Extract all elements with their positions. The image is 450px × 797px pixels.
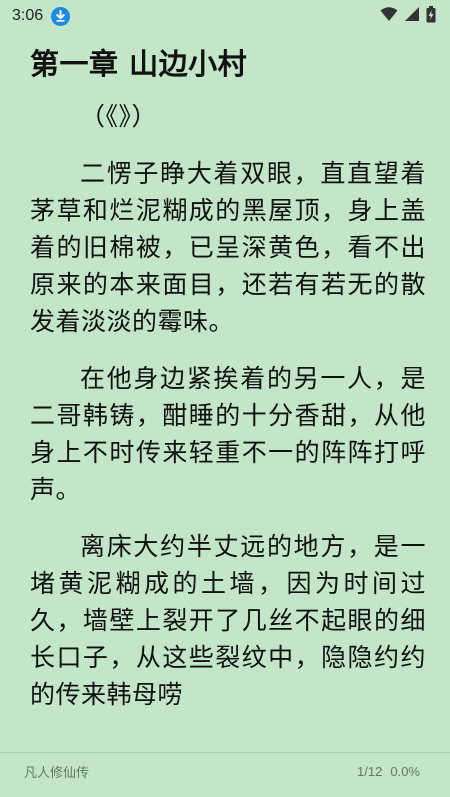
status-left: 3:06 <box>12 6 71 26</box>
paragraph: 二愣子睁大着双眼，直直望着茅草和烂泥糊成的黑屋顶，身上盖着的旧棉被，已呈深黄色，… <box>30 159 426 336</box>
status-time: 3:06 <box>12 7 44 24</box>
wifi-icon <box>380 6 398 26</box>
cellular-signal-icon <box>404 6 420 26</box>
footer-right: 1/12 0.0% <box>357 764 420 779</box>
status-right <box>380 5 436 27</box>
battery-charging-icon <box>426 5 436 27</box>
reader-content[interactable]: 第一章 山边小村 （《》） 二愣子睁大着双眼，直直望着茅草和烂泥糊成的黑屋顶，身… <box>30 32 426 748</box>
progress-percent: 0.0% <box>390 763 420 779</box>
book-title: 凡人修仙传 <box>24 764 90 780</box>
status-bar: 3:06 <box>0 0 450 32</box>
page-indicator: 1/12 <box>357 763 383 779</box>
download-icon[interactable] <box>51 6 71 26</box>
chapter-title: 第一章 山边小村 <box>30 47 248 81</box>
paragraph: 在他身边紧挨着的另一人，是二哥韩铸，酣睡的十分香甜，从他身上不时传来轻重不一的阵… <box>30 364 426 504</box>
reader-footer: 凡人修仙传 1/12 0.0% <box>0 753 450 789</box>
paragraph: （《》） <box>80 102 158 131</box>
paragraph: 离床大约半丈远的地方，是一堵黄泥糊成的土墙，因为时间过久，墙壁上裂开了几丝不起眼… <box>30 532 426 709</box>
